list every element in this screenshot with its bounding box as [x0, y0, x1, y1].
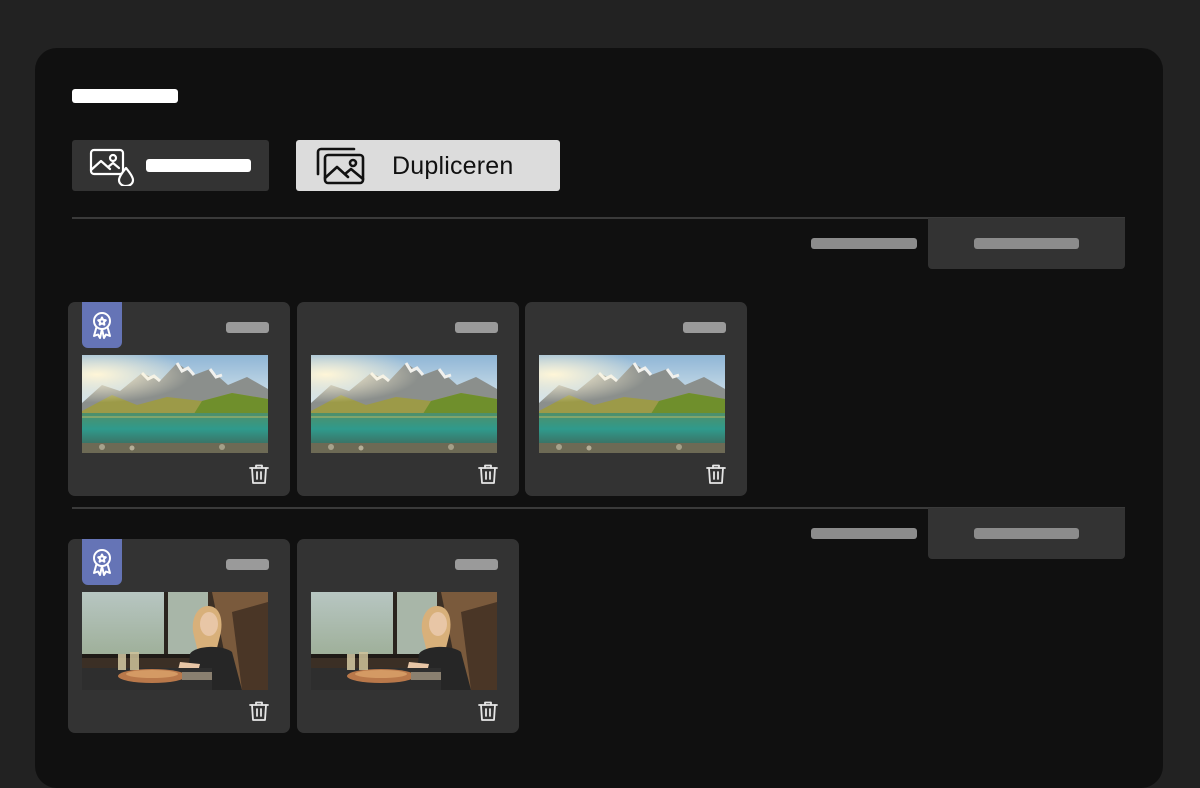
images-stack-icon	[316, 146, 366, 191]
image-thumbnail-woman-on-train	[82, 592, 268, 690]
duplicate-button[interactable]: Dupliceren	[296, 140, 560, 191]
image-thumbnail-woman-on-train	[311, 592, 497, 690]
group-action-label-placeholder	[974, 528, 1079, 539]
award-ribbon-icon	[82, 302, 122, 348]
trash-icon[interactable]	[476, 699, 500, 723]
trash-icon[interactable]	[704, 462, 728, 486]
image-droplet-icon	[88, 146, 136, 191]
trash-icon[interactable]	[476, 462, 500, 486]
image-thumbnail-mountain-lake	[82, 355, 268, 453]
image-thumbnail-mountain-lake	[311, 355, 497, 453]
file-size-placeholder	[226, 559, 269, 570]
watermark-label-placeholder	[146, 159, 251, 172]
image-card[interactable]	[68, 302, 290, 496]
file-size-placeholder	[455, 559, 498, 570]
group-action-button[interactable]	[928, 218, 1125, 269]
file-size-placeholder	[455, 322, 498, 333]
group-info-placeholder	[811, 528, 917, 539]
image-card[interactable]	[68, 539, 290, 733]
image-thumbnail-mountain-lake	[539, 355, 725, 453]
trash-icon[interactable]	[247, 699, 271, 723]
file-size-placeholder	[683, 322, 726, 333]
image-card[interactable]	[297, 539, 519, 733]
award-ribbon-icon	[82, 539, 122, 585]
group-action-button[interactable]	[928, 508, 1125, 559]
panel-title-placeholder	[72, 89, 178, 103]
file-size-placeholder	[226, 322, 269, 333]
duplicates-panel: Dupliceren	[35, 48, 1163, 788]
group-action-label-placeholder	[974, 238, 1079, 249]
image-card[interactable]	[297, 302, 519, 496]
image-card[interactable]	[525, 302, 747, 496]
watermark-button[interactable]	[72, 140, 269, 191]
trash-icon[interactable]	[247, 462, 271, 486]
group-info-placeholder	[811, 238, 917, 249]
duplicate-button-label: Dupliceren	[392, 152, 514, 180]
